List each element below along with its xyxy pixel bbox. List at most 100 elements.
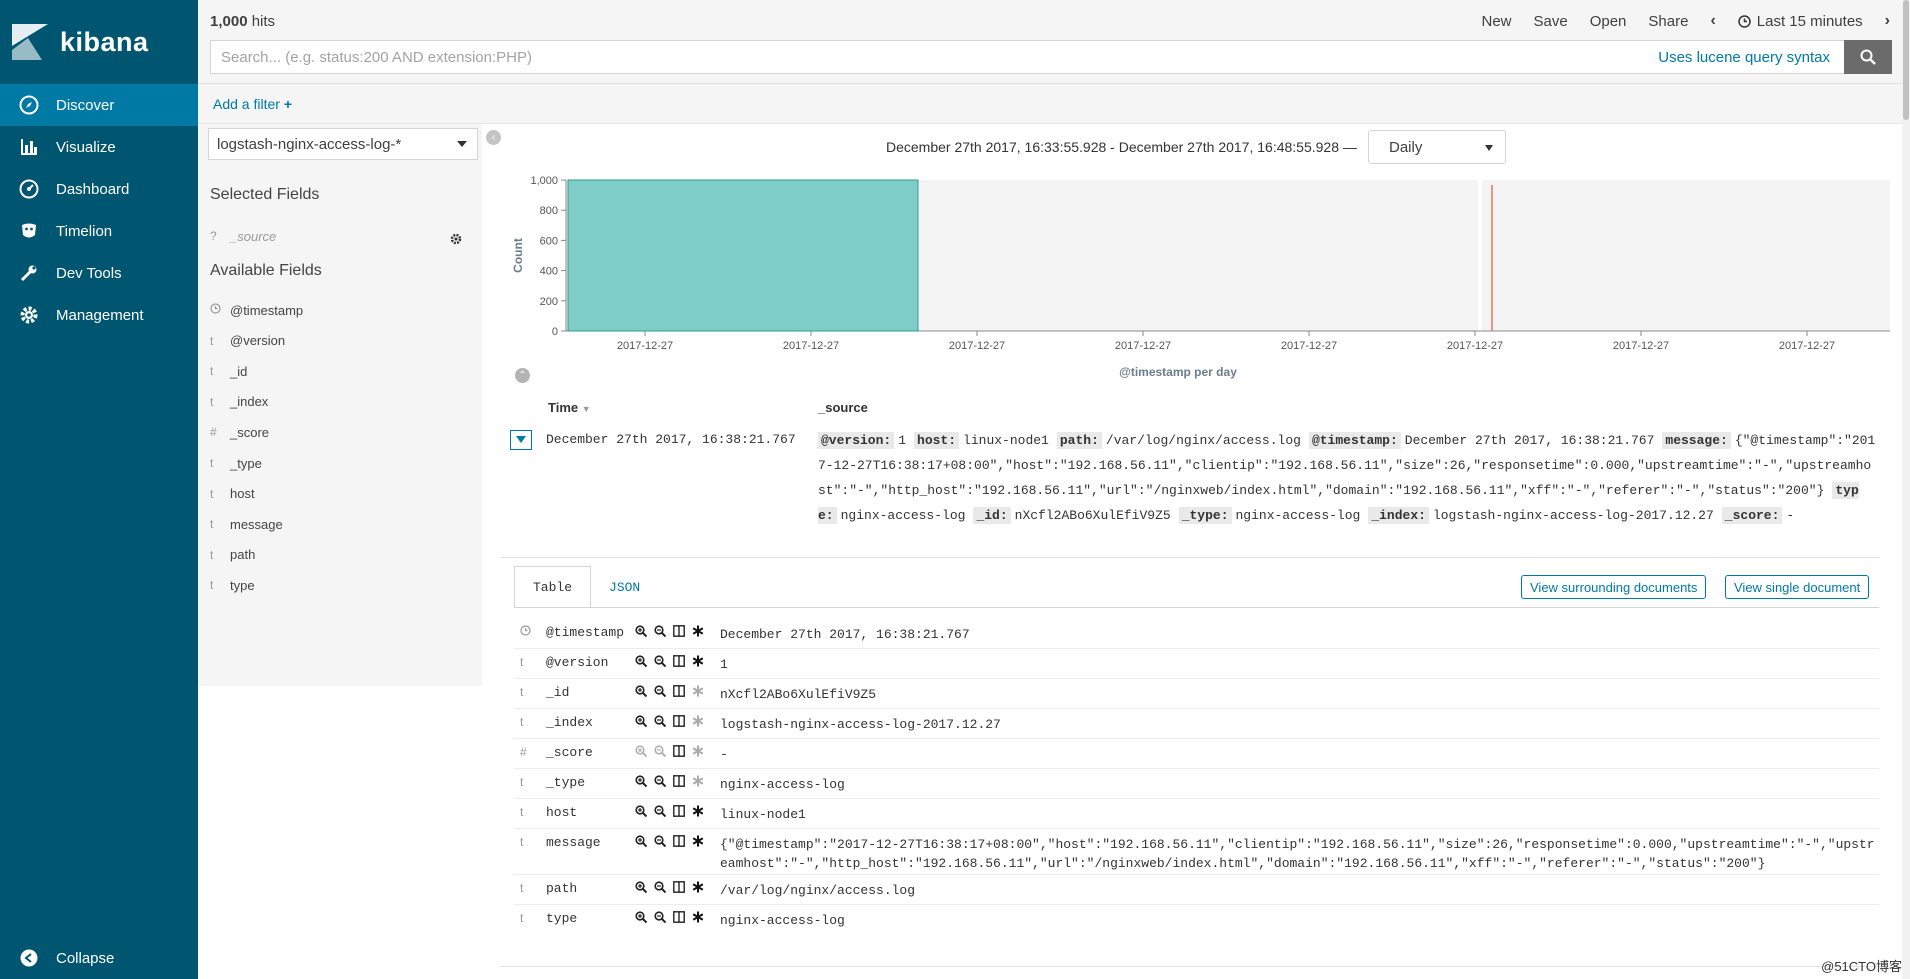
filter-out-value-icon[interactable] (653, 834, 667, 848)
filter-exists-icon[interactable] (691, 834, 705, 848)
filter-exists-icon[interactable] (691, 804, 705, 818)
compass-icon (18, 94, 40, 116)
sort-icon[interactable]: ▼ (582, 404, 591, 414)
filter-for-value-icon[interactable] (634, 804, 648, 818)
nav-item-dashboard[interactable]: Dashboard (0, 168, 198, 210)
nav-item-dev-tools[interactable]: Dev Tools (0, 252, 198, 294)
time-back-icon[interactable]: ‹ (1710, 12, 1715, 30)
field-settings-gear-icon[interactable] (450, 232, 462, 248)
time-column-header[interactable]: Time ▼ (548, 400, 591, 415)
histogram-bar[interactable] (567, 179, 919, 332)
nav-item-timelion[interactable]: Timelion (0, 210, 198, 252)
available-field-item[interactable]: t type (210, 573, 480, 597)
nav-item-management[interactable]: Management (0, 294, 198, 336)
search-button[interactable] (1844, 40, 1892, 74)
tabs-divider (514, 607, 1879, 608)
filter-exists-icon[interactable] (691, 624, 705, 638)
filter-exists-icon[interactable] (691, 744, 705, 758)
filter-exists-icon[interactable] (691, 880, 705, 894)
detail-field-name: path (546, 881, 578, 896)
collapse-button[interactable]: Collapse (0, 937, 198, 979)
toggle-column-icon[interactable] (672, 744, 686, 758)
available-field-item[interactable]: t _index (210, 390, 480, 414)
available-field-item[interactable]: @timestamp (210, 298, 480, 322)
tab-json[interactable]: JSON (591, 566, 658, 608)
page-scrollbar[interactable] (1902, 0, 1910, 979)
index-pattern-value: logstash-nginx-access-log-* (217, 135, 402, 153)
filter-for-value-icon[interactable] (634, 774, 648, 788)
filter-out-value-icon[interactable] (653, 654, 667, 668)
filter-for-value-icon[interactable] (634, 624, 648, 638)
kibana-brand[interactable]: kibana (0, 0, 198, 84)
view-surrounding-button[interactable]: View surrounding documents (1521, 575, 1707, 599)
x-tick-label: 2017-12-27 (783, 340, 839, 352)
filter-out-value-icon[interactable] (653, 804, 667, 818)
filter-for-value-icon[interactable] (634, 684, 648, 698)
available-field-item[interactable]: t path (210, 543, 480, 567)
index-pattern-select[interactable]: logstash-nginx-access-log-* (208, 128, 478, 160)
open-button[interactable]: Open (1590, 13, 1627, 30)
collapse-sidebar-icon[interactable]: ‹ (486, 130, 501, 145)
filter-for-value-icon[interactable] (634, 834, 648, 848)
detail-field-value: /var/log/nginx/access.log (720, 883, 916, 898)
add-filter-link[interactable]: Add a filter + (213, 96, 292, 112)
available-field-item[interactable]: t message (210, 512, 480, 536)
toggle-column-icon[interactable] (672, 834, 686, 848)
toggle-column-icon[interactable] (672, 910, 686, 924)
filter-out-value-icon[interactable] (653, 684, 667, 698)
available-field-item[interactable]: t _id (210, 359, 480, 383)
nav-item-discover[interactable]: Discover (0, 84, 198, 126)
filter-out-value-icon[interactable] (653, 744, 667, 758)
interval-select[interactable]: Daily (1368, 130, 1506, 164)
nav-item-visualize[interactable]: Visualize (0, 126, 198, 168)
toggle-column-icon[interactable] (672, 774, 686, 788)
filter-exists-icon[interactable] (691, 714, 705, 728)
filter-exists-icon[interactable] (691, 774, 705, 788)
scrollbar-thumb[interactable] (1903, 0, 1909, 120)
filter-for-value-icon[interactable] (634, 880, 648, 894)
toggle-chart-icon[interactable]: ⌃ (515, 368, 530, 383)
toggle-column-icon[interactable] (672, 624, 686, 638)
detail-row: t @version 1 (514, 649, 1879, 679)
available-field-item[interactable]: t _type (210, 451, 480, 475)
expand-document-button[interactable] (510, 430, 532, 450)
filter-for-value-icon[interactable] (634, 714, 648, 728)
source-field-key: _score: (1721, 507, 1783, 524)
toggle-column-icon[interactable] (672, 804, 686, 818)
filter-for-value-icon[interactable] (634, 910, 648, 924)
filter-for-value-icon[interactable] (634, 654, 648, 668)
available-field-item[interactable]: t host (210, 482, 480, 506)
histogram-chart[interactable]: 0 200 400 600 800 1,000 Count 2017-12-27 2017-12… (500, 170, 1900, 390)
time-forward-icon[interactable]: › (1885, 12, 1890, 30)
filter-for-value-icon[interactable] (634, 744, 648, 758)
view-single-button[interactable]: View single document (1725, 575, 1870, 599)
available-field-item[interactable]: # _score (210, 420, 480, 444)
source-field-key: _id: (973, 507, 1011, 524)
field-actions (634, 910, 705, 924)
filter-exists-icon[interactable] (691, 684, 705, 698)
save-button[interactable]: Save (1534, 13, 1568, 30)
time-picker-button[interactable]: Last 15 minutes (1738, 13, 1863, 30)
toggle-column-icon[interactable] (672, 880, 686, 894)
new-button[interactable]: New (1481, 13, 1511, 30)
selected-field-item[interactable]: ? _source (210, 224, 480, 248)
search-input[interactable] (211, 41, 1659, 73)
filter-exists-icon[interactable] (691, 910, 705, 924)
toggle-column-icon[interactable] (672, 714, 686, 728)
tab-table[interactable]: Table (514, 566, 592, 608)
dashboard-icon (18, 178, 40, 200)
filter-out-value-icon[interactable] (653, 910, 667, 924)
share-button[interactable]: Share (1648, 13, 1688, 30)
filter-out-value-icon[interactable] (653, 714, 667, 728)
filter-out-value-icon[interactable] (653, 774, 667, 788)
filter-exists-icon[interactable] (691, 654, 705, 668)
field-actions (634, 684, 705, 698)
histogram-time-range: December 27th 2017, 16:33:55.928 - Decem… (886, 139, 1357, 155)
toggle-column-icon[interactable] (672, 654, 686, 668)
available-field-item[interactable]: t @version (210, 329, 480, 353)
detail-field-value: 1 (720, 657, 728, 672)
lucene-syntax-link[interactable]: Uses lucene query syntax (1658, 49, 1830, 66)
filter-out-value-icon[interactable] (653, 624, 667, 638)
filter-out-value-icon[interactable] (653, 880, 667, 894)
toggle-column-icon[interactable] (672, 684, 686, 698)
